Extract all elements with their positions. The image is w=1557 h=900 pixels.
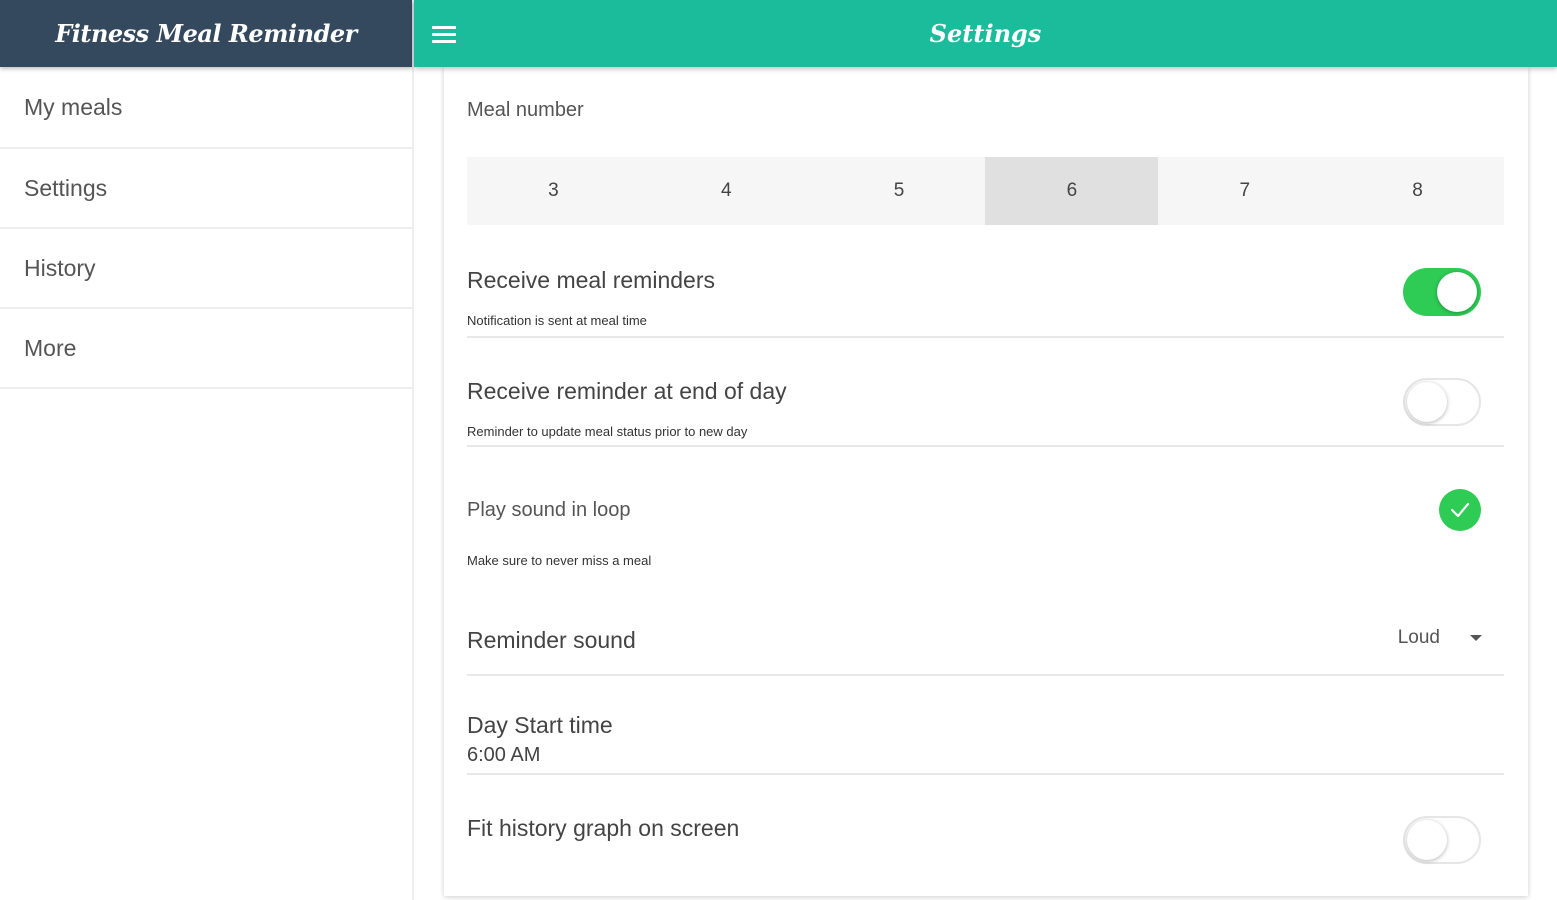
app-title: Fitness Meal Reminder [55, 19, 357, 48]
checkmark-icon [1450, 502, 1470, 518]
sidebar-item-more[interactable]: More [0, 309, 412, 389]
meal-number-option-3[interactable]: 3 [467, 157, 640, 225]
meal-number-option-8[interactable]: 8 [1331, 157, 1504, 225]
end-of-day-reminder-subtitle: Reminder to update meal status prior to … [467, 424, 748, 439]
toggle-knob [1407, 382, 1447, 422]
meal-reminders-title: Receive meal reminders [467, 267, 715, 293]
meal-reminders-subtitle: Notification is sent at meal time [467, 313, 647, 328]
sidebar: Fitness Meal Reminder My meals Settings … [0, 0, 414, 900]
chevron-down-icon [1470, 635, 1482, 641]
nav-list: My meals Settings History More [0, 67, 412, 389]
meal-number-option-7[interactable]: 7 [1158, 157, 1331, 225]
fit-history-graph-row: Fit history graph on screen [467, 775, 1504, 885]
meal-number-label: Meal number [467, 99, 584, 121]
meal-number-option-4[interactable]: 4 [640, 157, 813, 225]
toggle-knob [1407, 820, 1447, 860]
top-app-bar: Settings [414, 0, 1557, 67]
sidebar-item-settings[interactable]: Settings [0, 149, 412, 229]
sidebar-item-history[interactable]: History [0, 229, 412, 309]
day-start-time-row[interactable]: Day Start time 6:00 AM [467, 676, 1504, 775]
toggle-knob [1437, 272, 1477, 312]
settings-card: Meal number 3 4 5 6 7 8 Receive meal rem… [444, 67, 1528, 896]
sidebar-header: Fitness Meal Reminder [0, 0, 412, 67]
end-of-day-reminder-title: Receive reminder at end of day [467, 378, 787, 404]
meal-number-selector: 3 4 5 6 7 8 [467, 157, 1504, 225]
meal-reminders-row: Receive meal reminders Notification is s… [467, 257, 1504, 338]
day-start-time-title: Day Start time [467, 712, 613, 738]
sidebar-item-my-meals[interactable]: My meals [0, 67, 412, 149]
sound-loop-row: Play sound in loop Make sure to never mi… [467, 447, 1504, 587]
day-start-time-value: 6:00 AM [467, 744, 541, 766]
sound-loop-checkbox[interactable] [1439, 489, 1481, 531]
end-of-day-reminder-row: Receive reminder at end of day Reminder … [467, 338, 1504, 447]
end-of-day-reminder-toggle[interactable] [1403, 378, 1481, 426]
fit-history-graph-title: Fit history graph on screen [467, 815, 740, 841]
reminder-sound-title: Reminder sound [467, 627, 636, 653]
meal-number-option-5[interactable]: 5 [813, 157, 986, 225]
page-title: Settings [929, 19, 1042, 48]
reminder-sound-row: Reminder sound Loud [467, 597, 1504, 676]
reminder-sound-value: Loud [1397, 627, 1440, 648]
fit-history-graph-toggle[interactable] [1403, 816, 1481, 864]
reminder-sound-select[interactable]: Loud [1398, 627, 1482, 649]
meal-reminders-toggle[interactable] [1403, 268, 1481, 316]
meal-number-option-6[interactable]: 6 [985, 157, 1159, 225]
sound-loop-subtitle: Make sure to never miss a meal [467, 553, 652, 568]
sound-loop-title: Play sound in loop [467, 499, 631, 521]
